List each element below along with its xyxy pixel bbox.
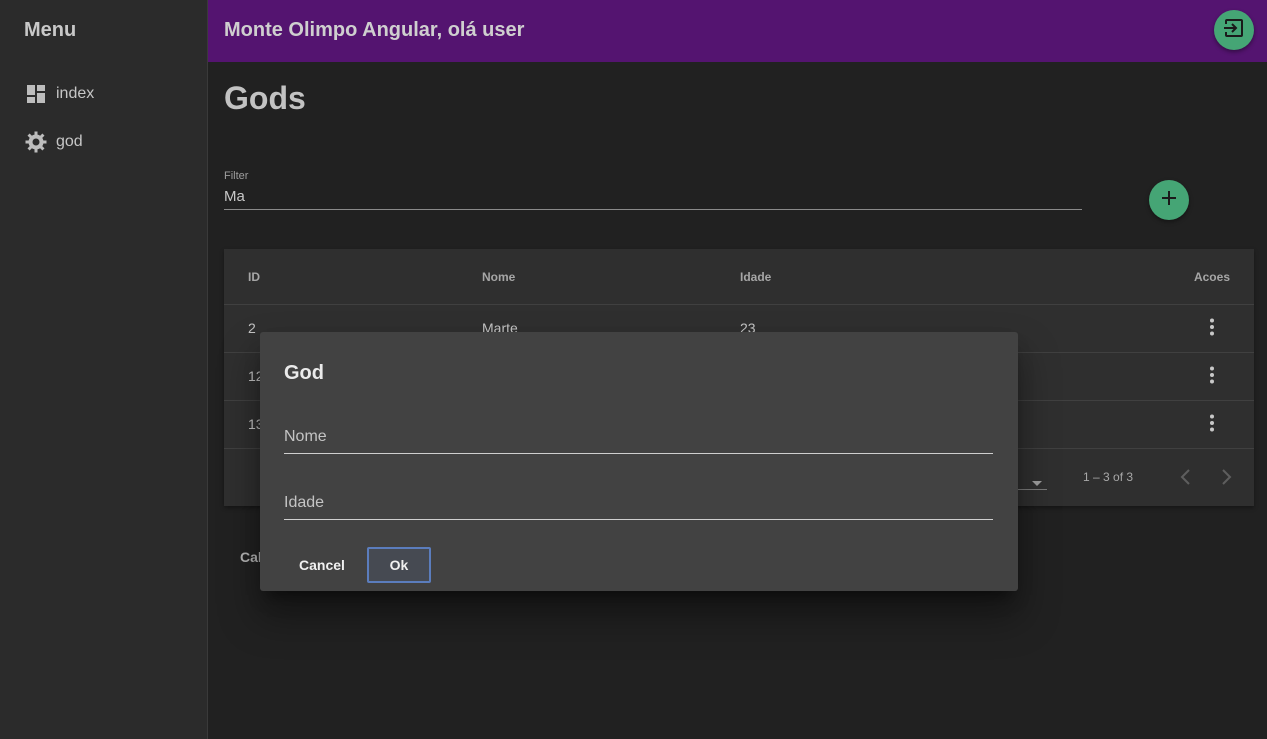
column-header-id[interactable]: ID <box>248 270 260 284</box>
logout-button[interactable] <box>1214 10 1254 50</box>
dashboard-icon <box>24 82 48 106</box>
idade-input[interactable] <box>284 494 993 512</box>
row-actions-button[interactable] <box>1200 365 1224 389</box>
top-toolbar: Monte Olimpo Angular, olá user <box>208 0 1267 62</box>
add-god-button[interactable] <box>1149 180 1189 220</box>
column-header-idade[interactable]: Idade <box>740 270 771 284</box>
sidebar-title: Menu <box>24 19 77 41</box>
chevron-right-icon <box>1214 469 1238 493</box>
filter-label: Filter <box>224 170 249 182</box>
chevron-left-icon <box>1174 469 1198 493</box>
add-icon <box>1160 189 1178 212</box>
next-page-button[interactable] <box>1214 465 1238 494</box>
column-header-nome[interactable]: Nome <box>482 270 515 284</box>
idade-field[interactable] <box>284 490 993 520</box>
row-actions-button[interactable] <box>1200 413 1224 437</box>
nome-field[interactable] <box>284 424 993 454</box>
nome-input[interactable] <box>284 428 993 446</box>
table-header-row: ID Nome Idade Acoes <box>224 249 1254 305</box>
page-title: Gods <box>224 80 306 116</box>
sidebar-item-god[interactable]: god <box>24 128 194 156</box>
sidebar-item-label: god <box>56 133 83 150</box>
sidebar-item-index[interactable]: index <box>24 80 194 108</box>
more-vert-icon <box>1209 366 1215 389</box>
filter-input[interactable] <box>224 188 1082 205</box>
gear-icon <box>24 130 48 154</box>
page-range-label: 1 – 3 of 3 <box>1083 470 1134 484</box>
dialog-title: God <box>284 362 324 384</box>
sidebar: Menu index god <box>0 0 208 739</box>
filter-field[interactable]: Filter <box>224 168 1082 210</box>
cell-id: 2 <box>248 320 256 336</box>
column-header-acoes: Acoes <box>1193 270 1230 284</box>
app-title: Monte Olimpo Angular, olá user <box>224 19 525 41</box>
god-dialog: God Cancel Ok <box>260 332 1018 591</box>
partially-hidden-text: Cal <box>240 549 262 565</box>
more-vert-icon <box>1209 414 1215 437</box>
more-vert-icon <box>1209 318 1215 341</box>
sidebar-item-label: index <box>56 85 95 102</box>
chevron-down-icon[interactable] <box>1032 474 1042 492</box>
row-actions-button[interactable] <box>1200 317 1224 341</box>
cancel-button[interactable]: Cancel <box>284 547 360 583</box>
logout-icon <box>1222 16 1246 45</box>
ok-button[interactable]: Ok <box>367 547 431 583</box>
previous-page-button[interactable] <box>1174 465 1198 494</box>
